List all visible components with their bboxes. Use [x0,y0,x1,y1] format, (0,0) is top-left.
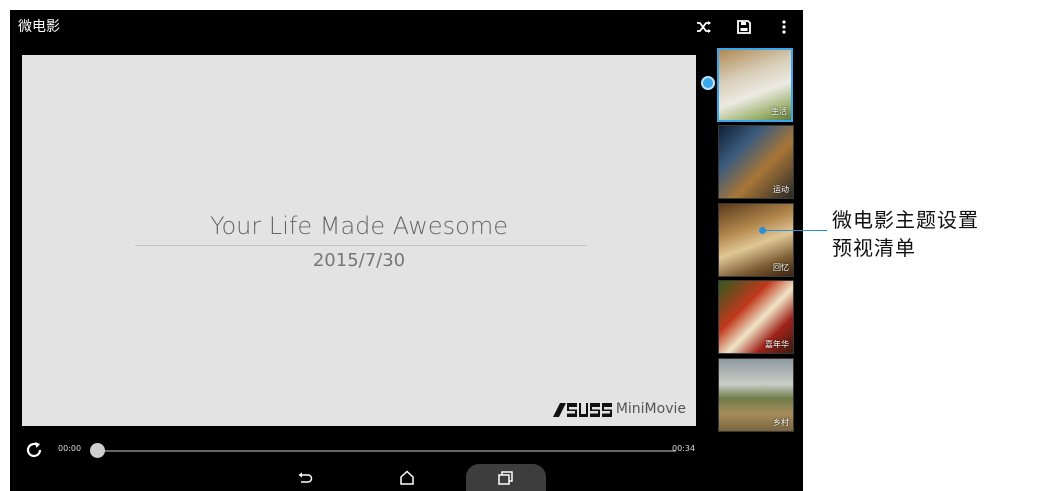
theme-label: 生活 [771,107,787,116]
total-time: 00:34 [672,444,696,453]
seek-bar[interactable] [98,450,676,452]
movie-title: Your Life Made Awesome [210,212,508,240]
app-title: 微电影 [18,19,60,35]
callout-text: 微电影主题设置 预视清单 [832,206,979,262]
brand-watermark: MiniMovie [552,401,686,417]
home-icon[interactable] [392,464,422,491]
theme-thumb-memory[interactable]: 回忆 [718,203,794,277]
current-time: 00:00 [58,444,82,453]
theme-thumb-carnival[interactable]: 嘉年华 [718,280,794,354]
more-vert-icon[interactable] [773,16,795,38]
theme-label: 运动 [773,185,789,194]
theme-label: 嘉年华 [765,340,789,349]
shuffle-icon[interactable] [693,16,715,38]
callout-line-2: 预视清单 [832,236,916,260]
title-divider [135,245,587,246]
callout-line-1: 微电影主题设置 [832,208,979,232]
theme-thumb-life[interactable]: 生活 [717,48,793,122]
back-icon[interactable] [290,464,320,491]
tablet-screen: 微电影 Your Life Made Awesome 2015/7/30 Min… [10,10,803,491]
movie-date: 2015/7/30 [312,250,406,271]
selection-indicator [701,76,715,90]
recent-apps-icon[interactable] [466,464,546,491]
seek-handle[interactable] [90,443,105,458]
movie-preview[interactable]: Your Life Made Awesome 2015/7/30 MiniMov… [22,55,696,426]
callout-dot [759,227,766,234]
callout-line [763,230,827,231]
brand-text: MiniMovie [615,401,686,417]
theme-label: 回忆 [773,263,789,272]
save-icon[interactable] [733,16,755,38]
playback-controls: 00:00 00:34 [10,438,803,460]
asus-logo [552,403,612,417]
theme-label: 乡村 [773,418,789,427]
replay-icon[interactable] [24,440,44,460]
navigation-bar [10,464,803,491]
theme-thumb-country[interactable]: 乡村 [718,358,794,432]
theme-thumb-sport[interactable]: 运动 [718,125,794,199]
